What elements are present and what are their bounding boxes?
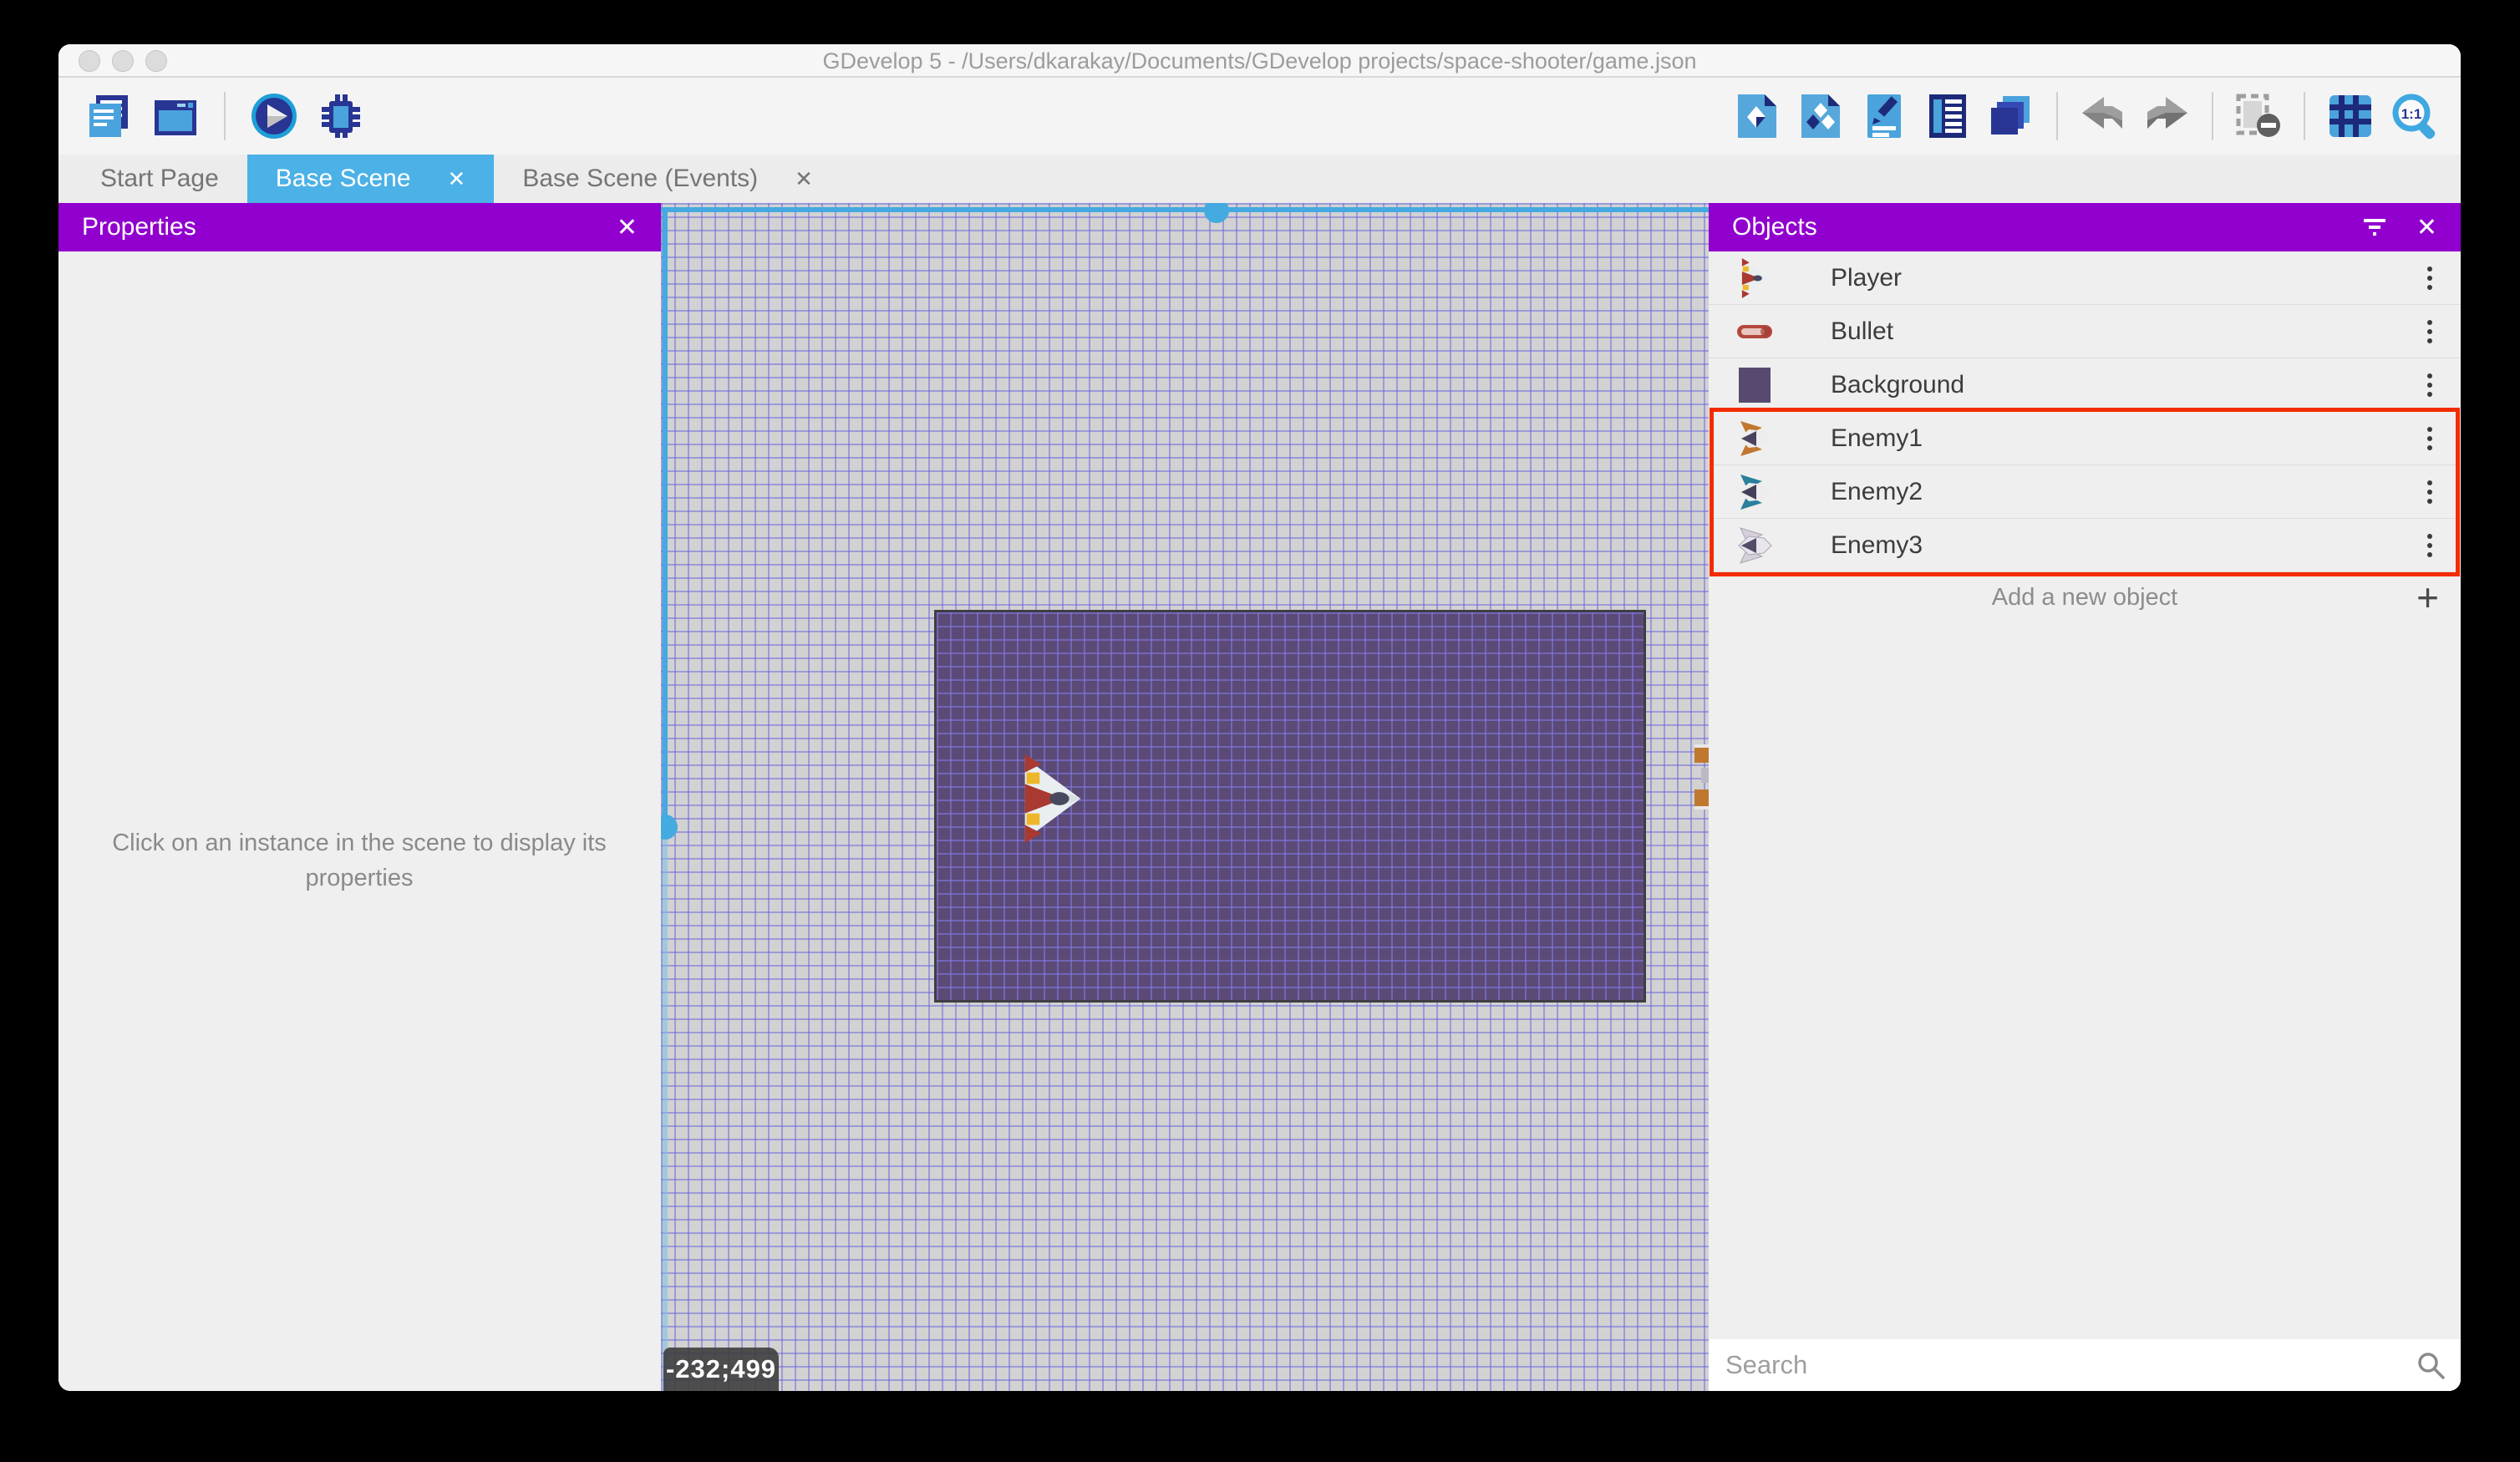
objects-panel-header: Objects ✕	[1709, 203, 2461, 251]
main-area: Properties ✕ Click on an instance in the…	[58, 203, 2461, 1391]
svg-text:1:1: 1:1	[2401, 106, 2422, 122]
object-name: Background	[1831, 371, 1964, 399]
objects-search-bar	[1709, 1339, 2461, 1391]
undo-icon[interactable]	[2078, 91, 2128, 141]
window-mask-icon[interactable]	[2233, 91, 2284, 141]
titlebar: GDevelop 5 - /Users/dkarakay/Documents/G…	[58, 44, 2461, 78]
selection-edge-top	[661, 207, 1709, 212]
toolbar-left-group	[84, 91, 366, 141]
toolbar-separator	[2212, 92, 2213, 140]
add-icon[interactable]: +	[2416, 578, 2439, 617]
project-manager-icon[interactable]	[84, 91, 134, 141]
objects-search-input[interactable]	[1709, 1350, 2416, 1380]
selection-handle-left[interactable]	[661, 815, 678, 840]
add-object-label: Add a new object	[1992, 584, 2177, 612]
layers-icon[interactable]	[1986, 91, 2036, 141]
object-row-player[interactable]: Player	[1709, 251, 2461, 305]
enemy1-ship-icon	[1734, 419, 1776, 458]
player-instance[interactable]	[1021, 754, 1085, 843]
tab-close-icon[interactable]: ✕	[795, 166, 813, 192]
close-icon[interactable]: ✕	[617, 213, 638, 242]
tab-label: Base Scene	[276, 165, 411, 193]
object-menu-icon[interactable]	[2422, 315, 2437, 348]
debug-icon[interactable]	[316, 91, 366, 141]
enemy-instance-partial[interactable]	[1694, 789, 1709, 810]
object-name: Enemy2	[1831, 478, 1923, 506]
object-name: Enemy3	[1831, 531, 1923, 560]
tab-base-scene[interactable]: Base Scene ✕	[247, 155, 495, 203]
add-object-row[interactable]: Add a new object +	[1709, 572, 2461, 622]
play-preview-icon[interactable]	[249, 91, 299, 141]
properties-editor-icon[interactable]	[1859, 91, 1909, 141]
selection-edge-left-faded	[663, 838, 668, 1391]
search-icon	[2416, 1350, 2446, 1380]
enemy2-ship-icon	[1734, 473, 1776, 511]
object-menu-icon[interactable]	[2422, 475, 2437, 509]
tab-bar: Start Page Base Scene ✕ Base Scene (Even…	[58, 155, 2461, 203]
scene-window-icon[interactable]	[150, 91, 201, 141]
bullet-icon	[1734, 323, 1776, 340]
tab-start-page[interactable]: Start Page	[72, 155, 247, 203]
object-name: Enemy1	[1831, 424, 1923, 453]
cursor-coordinates-badge: -232;499	[663, 1348, 779, 1391]
object-name: Bullet	[1831, 317, 1893, 346]
properties-panel-header: Properties ✕	[58, 203, 661, 251]
player-ship-icon	[1734, 258, 1776, 298]
redo-icon[interactable]	[2141, 91, 2192, 141]
toolbar: 1:1	[58, 78, 2461, 155]
object-menu-icon[interactable]	[2422, 368, 2437, 402]
close-icon[interactable]: ✕	[2416, 213, 2437, 242]
gdevelop-window: GDevelop 5 - /Users/dkarakay/Documents/G…	[58, 44, 2461, 1391]
properties-panel-title: Properties	[82, 213, 196, 241]
tab-close-icon[interactable]: ✕	[448, 166, 466, 192]
selection-edge-left	[663, 207, 668, 827]
zoom-1-1-icon[interactable]: 1:1	[2389, 91, 2439, 141]
scene-canvas[interactable]: -232;499	[661, 203, 1709, 1391]
enemy-instance-partial[interactable]	[1694, 744, 1709, 763]
toolbar-separator	[2056, 92, 2058, 140]
properties-panel: Properties ✕ Click on an instance in the…	[58, 203, 661, 1391]
objects-editor-icon[interactable]	[1732, 91, 1782, 141]
object-row-background[interactable]: Background	[1709, 358, 2461, 412]
tab-label: Base Scene (Events)	[522, 165, 758, 193]
objects-panel: Objects ✕	[1709, 203, 2461, 1391]
toolbar-right-group: 1:1	[1732, 91, 2439, 141]
object-row-enemy3[interactable]: Enemy3	[1709, 519, 2461, 572]
object-menu-icon[interactable]	[2422, 261, 2437, 295]
window-title: GDevelop 5 - /Users/dkarakay/Documents/G…	[58, 44, 2461, 78]
object-menu-icon[interactable]	[2422, 529, 2437, 562]
enemy3-ship-icon	[1734, 526, 1776, 565]
properties-empty-message: Click on an instance in the scene to dis…	[109, 825, 610, 896]
object-row-enemy1[interactable]: Enemy1	[1709, 412, 2461, 465]
objects-list: Player Bullet	[1709, 251, 2461, 572]
object-name: Player	[1831, 264, 1902, 292]
object-menu-icon[interactable]	[2422, 422, 2437, 455]
enemy-instance-partial[interactable]	[1701, 768, 1709, 783]
selection-handle-top[interactable]	[1204, 203, 1229, 223]
objects-panel-title: Objects	[1732, 213, 1817, 241]
object-groups-icon[interactable]	[1796, 91, 1846, 141]
background-swatch-icon	[1734, 366, 1776, 404]
object-row-bullet[interactable]: Bullet	[1709, 305, 2461, 358]
toolbar-separator	[224, 92, 226, 140]
tab-label: Start Page	[100, 165, 219, 193]
instances-list-icon[interactable]	[1923, 91, 1973, 141]
toolbar-separator	[2304, 92, 2305, 140]
filter-icon[interactable]	[2360, 215, 2389, 240]
tab-base-scene-events[interactable]: Base Scene (Events) ✕	[494, 155, 841, 203]
object-row-enemy2[interactable]: Enemy2	[1709, 465, 2461, 519]
grid-icon[interactable]	[2325, 91, 2375, 141]
